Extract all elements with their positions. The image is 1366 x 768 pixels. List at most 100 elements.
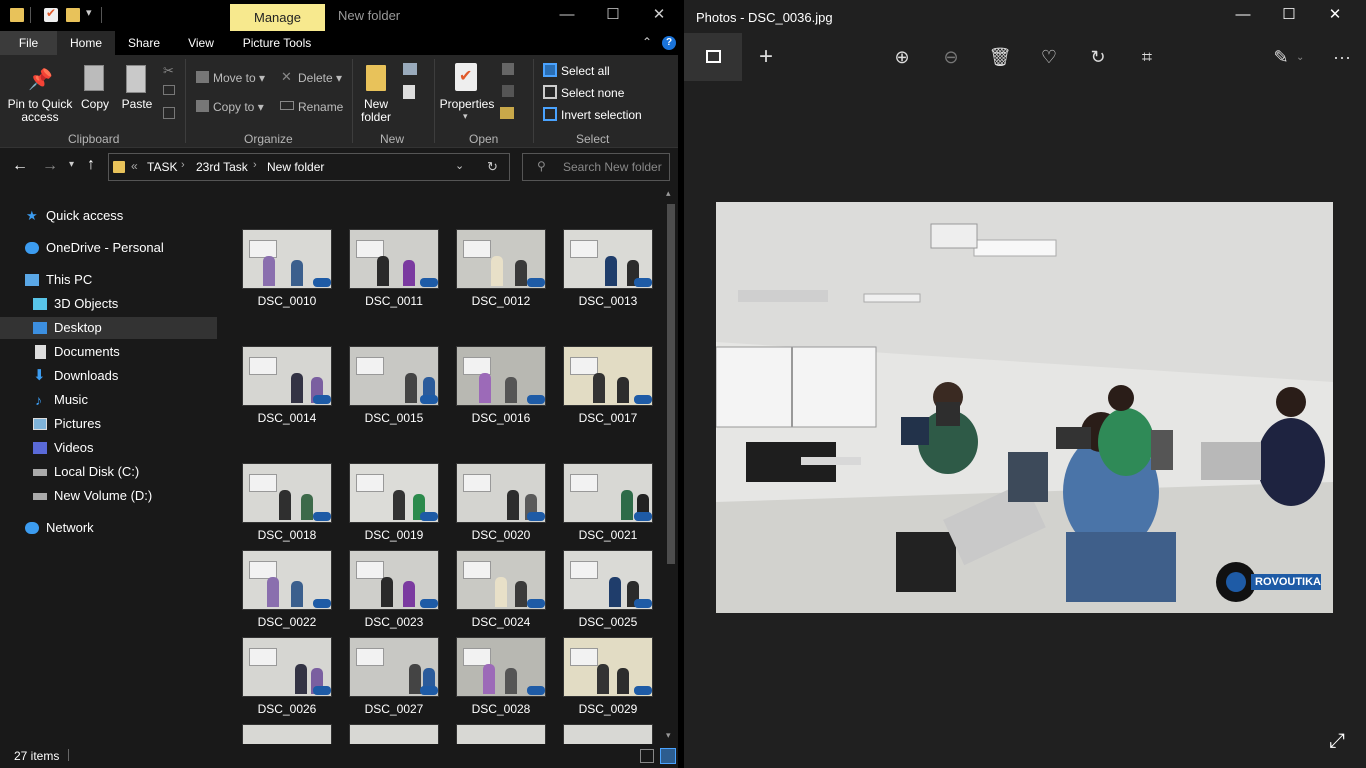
edit-draw-icon[interactable]: ✎ [1268, 44, 1294, 70]
nav-music[interactable]: ♪ Music [0, 389, 218, 411]
fullscreen-icon[interactable]: ⤢ [1329, 730, 1345, 753]
scroll-down-icon[interactable]: ▾ [666, 730, 671, 741]
vertical-scrollbar[interactable]: ▴ ▾ [664, 186, 678, 744]
chevron-down-icon[interactable]: ⌄ [1296, 52, 1304, 63]
breadcrumb-23rd-task[interactable]: 23rd Task [196, 160, 248, 174]
file-thumbnail[interactable] [456, 346, 546, 406]
paste-shortcut-icon[interactable] [163, 107, 175, 119]
breadcrumb-task[interactable]: TASK [147, 160, 177, 174]
new-folder-button[interactable]: New folder [356, 98, 396, 124]
file-thumbnail[interactable] [349, 346, 439, 406]
nav-new-volume[interactable]: New Volume (D:) [0, 485, 218, 507]
history-icon[interactable] [500, 107, 514, 119]
zoom-in-icon[interactable]: ⊕ [889, 44, 915, 70]
nav-pictures[interactable]: Pictures [0, 413, 218, 435]
breadcrumb-overflow[interactable]: « [131, 159, 138, 173]
details-view-icon[interactable] [640, 749, 654, 763]
cut-icon[interactable]: ✂ [163, 63, 174, 79]
file-thumbnail[interactable] [456, 229, 546, 289]
file-name-label[interactable]: DSC_0010 [232, 294, 342, 308]
address-bar[interactable]: « TASK › 23rd Task › New folder ⌄ ↻ [108, 153, 510, 181]
nav-network[interactable]: Network [0, 517, 218, 539]
file-name-label[interactable]: DSC_0019 [339, 528, 449, 542]
breadcrumb-new-folder[interactable]: New folder [267, 160, 324, 174]
large-icons-view-icon[interactable] [660, 748, 676, 764]
close-button[interactable]: ✕ [644, 4, 674, 26]
file-name-label[interactable]: DSC_0024 [446, 615, 556, 629]
nav-videos[interactable]: Videos [0, 437, 218, 459]
file-thumbnail[interactable] [242, 550, 332, 610]
crop-icon[interactable]: ⌗ [1134, 44, 1160, 70]
file-name-label[interactable]: DSC_0028 [446, 702, 556, 716]
file-thumbnail[interactable] [349, 550, 439, 610]
close-button[interactable]: ✕ [1320, 4, 1350, 26]
easy-access-icon[interactable] [403, 85, 415, 99]
select-all-button[interactable]: Select all [561, 64, 610, 78]
add-icon[interactable]: + [753, 44, 779, 70]
properties-button[interactable]: Properties [438, 98, 496, 111]
file-thumbnail[interactable] [242, 229, 332, 289]
file-thumbnail[interactable] [456, 724, 546, 744]
tab-picture-tools[interactable]: Picture Tools [236, 31, 318, 55]
file-name-label[interactable]: DSC_0027 [339, 702, 449, 716]
minimize-button[interactable]: — [1228, 4, 1258, 26]
file-thumbnail[interactable] [242, 637, 332, 697]
file-thumbnail[interactable] [563, 637, 653, 697]
scroll-up-icon[interactable]: ▴ [666, 188, 671, 199]
move-to-button[interactable]: Move to ▾ [213, 71, 265, 85]
select-none-button[interactable]: Select none [561, 86, 624, 100]
file-name-label[interactable]: DSC_0020 [446, 528, 556, 542]
favorite-icon[interactable]: ♡ [1036, 44, 1062, 70]
copy-path-icon[interactable] [163, 85, 175, 95]
nav-this-pc[interactable]: This PC [0, 269, 218, 291]
delete-icon[interactable]: 🗑 [987, 44, 1013, 70]
file-thumbnail[interactable] [563, 346, 653, 406]
nav-documents[interactable]: Documents [0, 341, 218, 363]
file-thumbnail[interactable] [349, 463, 439, 523]
scrollbar-thumb[interactable] [667, 204, 675, 564]
nav-local-disk[interactable]: Local Disk (C:) [0, 461, 218, 483]
file-name-label[interactable]: DSC_0012 [446, 294, 556, 308]
file-name-label[interactable]: DSC_0029 [553, 702, 663, 716]
more-options-icon[interactable]: ··· [1329, 44, 1355, 70]
file-name-label[interactable]: DSC_0022 [232, 615, 342, 629]
tab-view[interactable]: View [175, 31, 227, 55]
file-name-label[interactable]: DSC_0015 [339, 411, 449, 425]
new-folder-icon[interactable] [66, 8, 80, 22]
file-thumbnail[interactable] [456, 463, 546, 523]
tab-share[interactable]: Share [118, 31, 170, 55]
copy-to-button[interactable]: Copy to ▾ [213, 100, 264, 114]
file-thumbnail[interactable] [456, 550, 546, 610]
chevron-down-icon[interactable]: ▾ [463, 111, 468, 122]
minimize-button[interactable]: — [552, 4, 582, 26]
file-thumbnail[interactable] [349, 724, 439, 744]
photo-viewer-image[interactable]: ROVOUTIKA [716, 202, 1333, 613]
open-icon[interactable] [502, 63, 514, 75]
tab-file[interactable]: File [0, 31, 57, 55]
file-thumbnail[interactable] [242, 463, 332, 523]
file-name-label[interactable]: DSC_0014 [232, 411, 342, 425]
invert-selection-button[interactable]: Invert selection [561, 108, 642, 122]
address-dropdown-icon[interactable]: ⌄ [455, 159, 464, 172]
recent-locations-icon[interactable]: ▾ [69, 159, 74, 170]
properties-checklist-icon[interactable]: ✔ [44, 6, 58, 22]
refresh-icon[interactable]: ↻ [487, 159, 498, 175]
file-thumbnail[interactable] [349, 229, 439, 289]
view-collection-button[interactable] [684, 33, 742, 81]
new-item-icon[interactable] [403, 63, 417, 75]
delete-button[interactable]: Delete ▾ [298, 71, 342, 85]
file-name-label[interactable]: DSC_0026 [232, 702, 342, 716]
paste-button[interactable]: Paste [118, 98, 156, 111]
rotate-icon[interactable]: ↻ [1085, 44, 1111, 70]
pin-to-quick-access-button[interactable]: Pin to Quick access [4, 98, 76, 124]
file-name-label[interactable]: DSC_0016 [446, 411, 556, 425]
file-name-label[interactable]: DSC_0021 [553, 528, 663, 542]
nav-downloads[interactable]: ⬇ Downloads [0, 365, 218, 387]
maximize-button[interactable]: ☐ [598, 4, 628, 26]
nav-quick-access[interactable]: ★ Quick access [0, 205, 218, 227]
file-name-label[interactable]: DSC_0018 [232, 528, 342, 542]
rename-button[interactable]: Rename [298, 100, 343, 114]
file-name-label[interactable]: DSC_0011 [339, 294, 449, 308]
copy-button[interactable]: Copy [78, 98, 112, 111]
search-box[interactable]: ⚲ Search New folder [522, 153, 670, 181]
